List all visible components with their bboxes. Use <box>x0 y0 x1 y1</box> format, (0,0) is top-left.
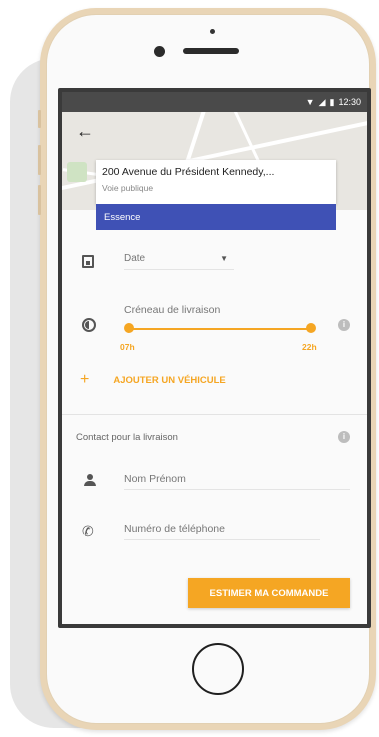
wifi-icon: ▼ <box>305 96 315 107</box>
earpiece-speaker <box>183 48 239 54</box>
section-divider <box>62 414 367 415</box>
calendar-icon <box>82 255 94 268</box>
delivery-slot-label: Créneau de livraison <box>124 304 221 316</box>
mute-switch <box>38 110 41 128</box>
phone-number-field[interactable]: Numéro de téléphone <box>124 518 320 540</box>
map-park <box>67 162 87 182</box>
add-vehicle-label: AJOUTER UN VÉHICULE <box>113 374 226 386</box>
contact-section-label: Contact pour la livraison <box>76 432 178 443</box>
slider-min-thumb[interactable] <box>124 323 134 333</box>
date-dropdown[interactable]: Date ▼ <box>124 248 234 270</box>
timelapse-icon <box>82 318 96 332</box>
phone-screen: ▼ ◢ ▮ 12:30 ← 200 Avenue du Président Ke… <box>58 88 371 628</box>
plus-icon: + <box>80 371 90 388</box>
slider-min-label: 07h <box>120 342 135 352</box>
name-field[interactable]: Nom Prénom <box>124 468 350 490</box>
volume-up-button <box>38 145 41 175</box>
proximity-sensor <box>210 29 215 34</box>
add-vehicle-button[interactable]: + AJOUTER UN VÉHICULE <box>80 372 226 388</box>
address-subtitle: Voie publique <box>102 183 154 193</box>
slider-max-thumb[interactable] <box>306 323 316 333</box>
address-title: 200 Avenue du Président Kennedy,... <box>102 166 275 178</box>
info-icon[interactable]: i <box>338 431 350 443</box>
status-time: 12:30 <box>338 97 361 107</box>
back-arrow-icon[interactable]: ← <box>76 122 94 140</box>
fuel-type-selector[interactable]: Essence <box>96 204 336 230</box>
person-icon <box>84 474 96 487</box>
delivery-slot-slider-track[interactable] <box>128 328 312 330</box>
date-placeholder: Date <box>124 253 146 264</box>
phone-icon: ✆ <box>82 523 94 539</box>
caret-down-icon: ▼ <box>220 254 228 263</box>
signal-icon: ◢ <box>318 96 326 107</box>
person-icon-head <box>87 474 93 480</box>
person-icon-body <box>84 481 96 486</box>
address-card[interactable]: 200 Avenue du Président Kennedy,... Voie… <box>96 160 336 204</box>
estimate-order-button[interactable]: ESTIMER MA COMMANDE <box>188 578 350 608</box>
battery-icon: ▮ <box>329 96 335 107</box>
volume-down-button <box>38 185 41 215</box>
slider-max-label: 22h <box>302 342 317 352</box>
front-camera <box>154 46 165 57</box>
status-bar: ▼ ◢ ▮ 12:30 <box>62 92 367 112</box>
app-screen: ▼ ◢ ▮ 12:30 ← 200 Avenue du Président Ke… <box>62 92 367 624</box>
name-placeholder: Nom Prénom <box>124 472 186 485</box>
home-button[interactable] <box>192 643 244 695</box>
info-icon[interactable]: i <box>338 319 350 331</box>
phone-placeholder: Numéro de téléphone <box>124 522 225 535</box>
